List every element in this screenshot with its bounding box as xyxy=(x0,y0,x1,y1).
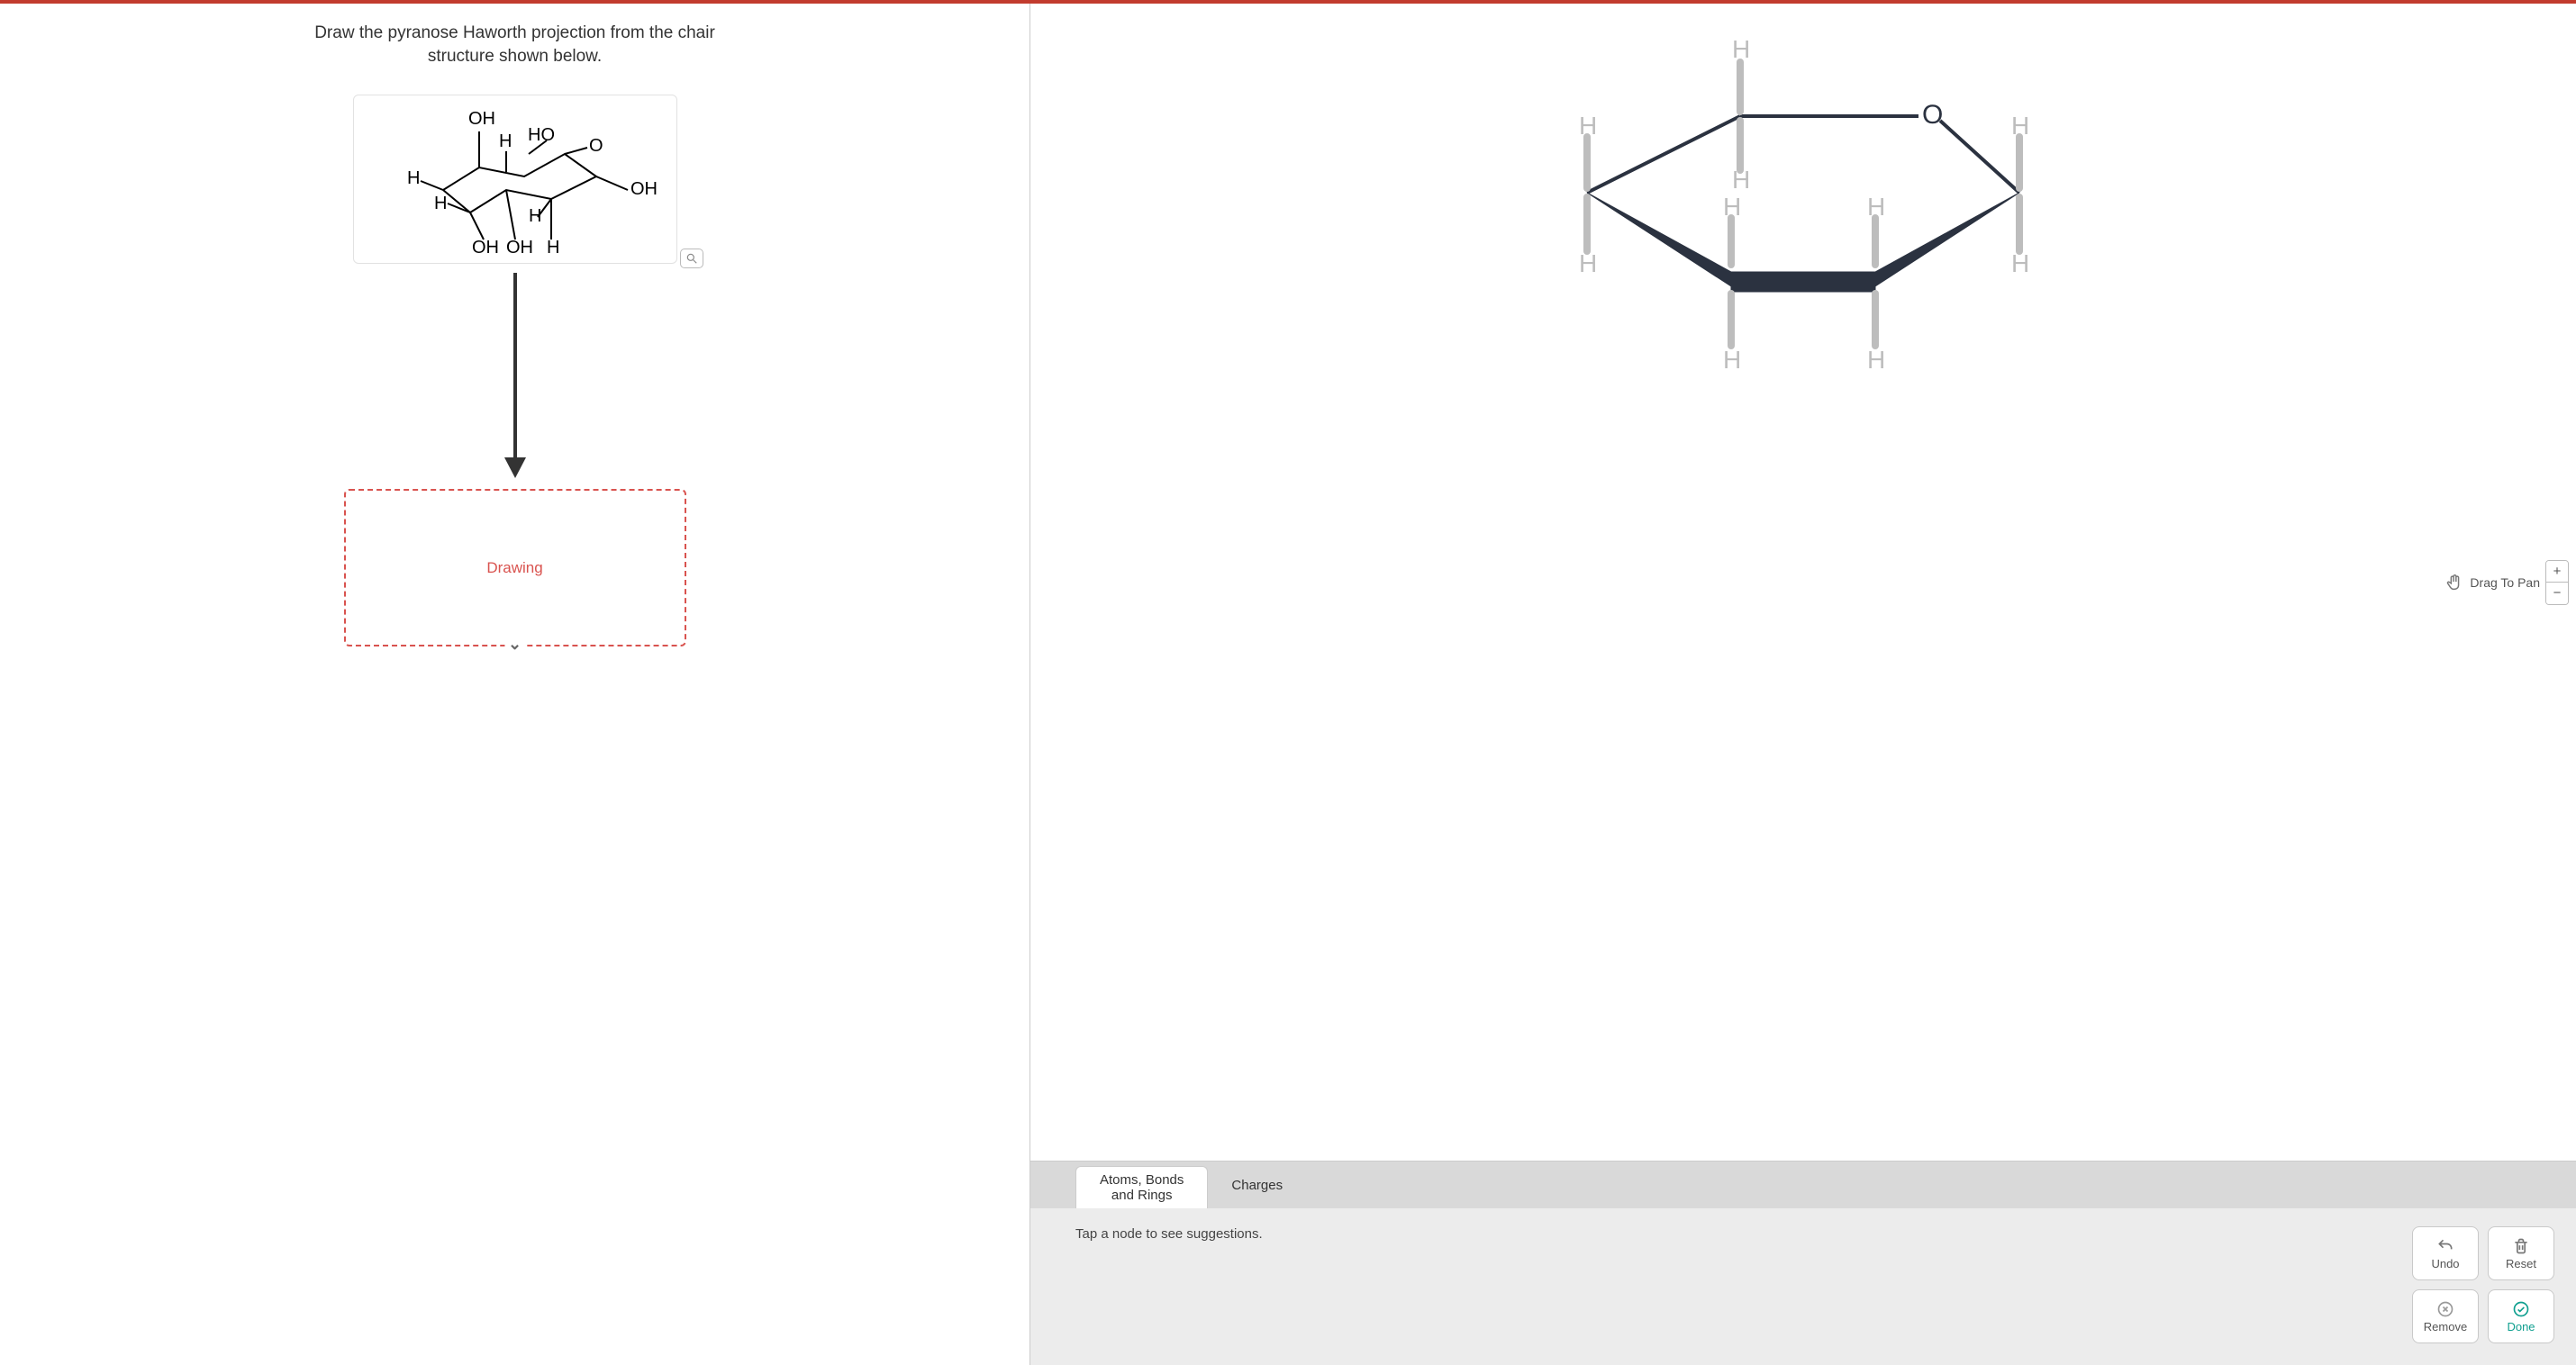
svg-text:H: H xyxy=(547,238,559,258)
tab-atoms-label: Atoms, Bondsand Rings xyxy=(1100,1172,1184,1204)
zoom-controls: + − xyxy=(2545,560,2569,605)
tab-atoms-bonds-rings[interactable]: Atoms, Bondsand Rings xyxy=(1075,1166,1208,1208)
svg-text:OH: OH xyxy=(472,238,499,258)
svg-text:H[interactable]: H xyxy=(1723,193,1741,221)
tools-body: Tap a node to see suggestions. Undo Rese… xyxy=(1030,1208,2576,1365)
svg-text:OH: OH xyxy=(468,109,495,129)
svg-text:H[interactable]: H xyxy=(1732,35,1750,63)
magnify-icon[interactable] xyxy=(680,249,703,268)
tab-charges[interactable]: Charges xyxy=(1208,1162,1306,1208)
drawing-canvas[interactable]: O xyxy=(1030,4,2576,1161)
ring-oxygen-label: O xyxy=(1922,100,1943,130)
chair-structure-svg: OH H HO O H H OH H OH OH H xyxy=(371,104,659,258)
svg-text:O: O xyxy=(589,136,603,156)
svg-text:H: H xyxy=(434,194,447,213)
drawing-zone-label: Drawing xyxy=(486,559,542,577)
svg-text:H[interactable]: H xyxy=(1579,249,1597,277)
trash-icon xyxy=(2511,1237,2531,1255)
check-circle-icon xyxy=(2511,1300,2531,1318)
done-button[interactable]: Done xyxy=(2488,1289,2554,1343)
close-circle-icon xyxy=(2435,1300,2455,1318)
hand-icon xyxy=(2444,573,2464,592)
svg-text:H: H xyxy=(529,206,541,226)
svg-text:H[interactable]: H xyxy=(1867,193,1885,221)
haworth-ring-svg[interactable]: O xyxy=(1488,31,2118,418)
main-layout: Draw the pyranose Haworth projection fro… xyxy=(0,4,2576,1365)
canvas-side-controls: Drag To Pan + − xyxy=(2444,560,2569,605)
drawing-target-zone[interactable]: Drawing ⌄ xyxy=(344,489,686,646)
svg-text:H[interactable]: H xyxy=(2011,112,2029,140)
suggestion-text: Tap a node to see suggestions. xyxy=(1075,1226,1263,1343)
undo-button[interactable]: Undo xyxy=(2412,1226,2479,1280)
undo-icon xyxy=(2435,1237,2455,1255)
svg-text:H[interactable]: H xyxy=(2011,249,2029,277)
right-panel: O xyxy=(1030,4,2576,1365)
svg-text:HO: HO xyxy=(528,125,555,145)
svg-text:H: H xyxy=(499,131,512,151)
left-panel: Draw the pyranose Haworth projection fro… xyxy=(0,4,1030,1365)
remove-button[interactable]: Remove xyxy=(2412,1289,2479,1343)
svg-text:OH: OH xyxy=(506,238,533,258)
tools-panel: Atoms, Bondsand Rings Charges Tap a node… xyxy=(1030,1161,2576,1365)
svg-text:H[interactable]: H xyxy=(1723,346,1741,374)
transform-arrow xyxy=(353,273,677,480)
zoom-out-button[interactable]: − xyxy=(2546,583,2568,604)
svg-text:H[interactable]: H xyxy=(1732,166,1750,194)
chair-structure-card: OH H HO O H H OH H OH OH H xyxy=(353,95,677,264)
zoom-in-button[interactable]: + xyxy=(2546,561,2568,583)
drag-to-pan-label: Drag To Pan xyxy=(2470,575,2540,590)
tool-tabs: Atoms, Bondsand Rings Charges xyxy=(1030,1162,2576,1208)
svg-text:H[interactable]: H xyxy=(1579,112,1597,140)
action-buttons: Undo Reset Remove Done xyxy=(2412,1226,2554,1343)
chevron-down-icon[interactable]: ⌄ xyxy=(504,635,525,654)
svg-text:H: H xyxy=(407,168,420,188)
svg-text:H[interactable]: H xyxy=(1867,346,1885,374)
reset-button[interactable]: Reset xyxy=(2488,1226,2554,1280)
svg-text:OH: OH xyxy=(630,179,658,199)
question-text: Draw the pyranose Haworth projection fro… xyxy=(281,22,749,68)
